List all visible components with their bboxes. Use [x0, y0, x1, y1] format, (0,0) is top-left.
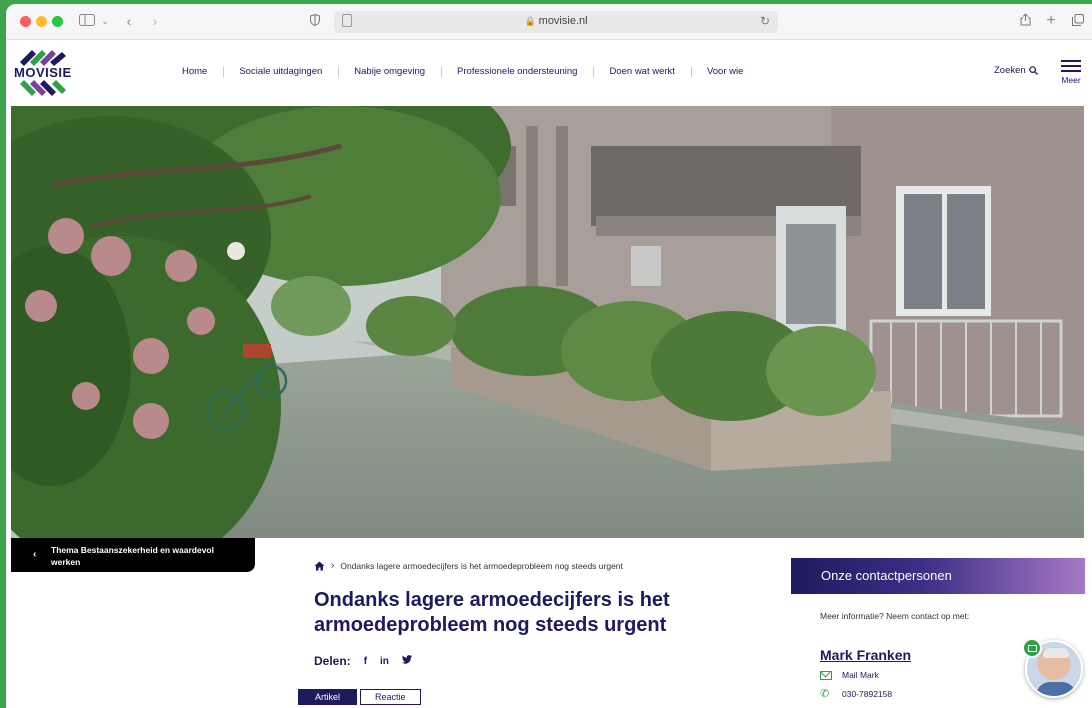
forward-button[interactable]: ›	[148, 12, 162, 30]
home-icon[interactable]	[314, 561, 325, 571]
mail-icon	[820, 670, 832, 680]
search-icon	[1028, 66, 1038, 75]
nav-item-voor-wie[interactable]: Voor wie	[690, 66, 759, 77]
facebook-icon[interactable]: f	[364, 656, 367, 667]
zoom-window-button[interactable]	[52, 16, 63, 27]
contact-name-link[interactable]: Mark Franken	[820, 647, 911, 663]
theme-back-link[interactable]: ‹ Thema Bestaanszekerheid en waardevol w…	[11, 538, 255, 572]
reload-icon[interactable]: ↻	[760, 14, 770, 28]
contact-mail-link[interactable]: Mail Mark	[820, 670, 879, 680]
movisie-logo[interactable]: MOVISIE	[12, 48, 74, 100]
twitter-icon[interactable]	[401, 655, 412, 667]
contact-phone-link[interactable]: ✆ 030-7892158	[820, 687, 892, 700]
address-bar[interactable]: 🔒 movisie.nl ↻	[334, 11, 778, 33]
theme-label: Thema Bestaanszekerheid en waardevol wer…	[51, 545, 214, 567]
share-icon[interactable]	[1018, 12, 1032, 30]
breadcrumb-separator-icon: ›	[331, 560, 335, 571]
chevron-left-icon: ‹	[33, 549, 37, 560]
search-label: Zoeken	[994, 65, 1026, 76]
nav-item-professionele-ondersteuning[interactable]: Professionele ondersteuning	[441, 66, 593, 77]
close-window-button[interactable]	[20, 16, 31, 27]
sidebar-icon[interactable]	[76, 12, 98, 30]
menu-label: Meer	[1061, 75, 1081, 85]
contact-phone-number: 030-7892158	[842, 688, 893, 699]
privacy-shield-icon[interactable]	[308, 12, 322, 30]
nav-item-sociale-uitdagingen[interactable]: Sociale uitdagingen	[223, 66, 338, 77]
hamburger-icon	[1058, 60, 1084, 72]
chevron-down-icon[interactable]: ⌄	[100, 12, 110, 30]
article-tabs: Artikel Reactie	[298, 689, 421, 705]
share-bar: Delen: f in	[314, 654, 412, 668]
browser-window: ⌄ ‹ › 🔒 movisie.nl ↻ + MOVISIE Home Soci…	[6, 4, 1092, 708]
contact-heading: Onze contactpersonen	[791, 558, 1085, 594]
breadcrumb-current: Ondanks lagere armoedecijfers is het arm…	[340, 560, 623, 571]
contact-mail-label: Mail Mark	[842, 670, 879, 680]
linkedin-icon[interactable]: in	[380, 656, 389, 667]
search-button[interactable]: Zoeken	[994, 65, 1038, 76]
lock-icon: 🔒	[524, 16, 536, 26]
url-text: movisie.nl	[538, 15, 588, 27]
back-button[interactable]: ‹	[122, 12, 136, 30]
new-tab-icon[interactable]: +	[1044, 12, 1058, 30]
hero-image	[11, 106, 1084, 538]
browser-toolbar: ⌄ ‹ › 🔒 movisie.nl ↻ +	[6, 4, 1092, 40]
share-label: Delen:	[314, 654, 351, 668]
nav-item-doen-wat-werkt[interactable]: Doen wat werkt	[593, 66, 690, 77]
site-header: MOVISIE Home Sociale uitdagingen Nabije …	[6, 40, 1092, 106]
nav-item-nabije-omgeving[interactable]: Nabije omgeving	[338, 66, 441, 77]
logo-text: MOVISIE	[14, 65, 72, 80]
tab-overview-icon[interactable]	[1070, 12, 1086, 30]
page-title: Ondanks lagere armoedecijfers is het arm…	[314, 589, 670, 636]
chat-mail-icon[interactable]	[1022, 638, 1042, 658]
contact-note: Meer informatie? Neem contact op met:	[820, 611, 970, 621]
nav-item-home[interactable]: Home	[166, 66, 223, 77]
menu-button[interactable]: Meer	[1058, 60, 1084, 85]
tab-artikel[interactable]: Artikel	[298, 689, 358, 705]
breadcrumb: › Ondanks lagere armoedecijfers is het a…	[314, 560, 623, 571]
phone-icon: ✆	[820, 688, 830, 700]
main-nav: Home Sociale uitdagingen Nabije omgeving…	[166, 66, 759, 77]
tab-reactie[interactable]: Reactie	[360, 689, 421, 705]
minimize-window-button[interactable]	[36, 16, 47, 27]
